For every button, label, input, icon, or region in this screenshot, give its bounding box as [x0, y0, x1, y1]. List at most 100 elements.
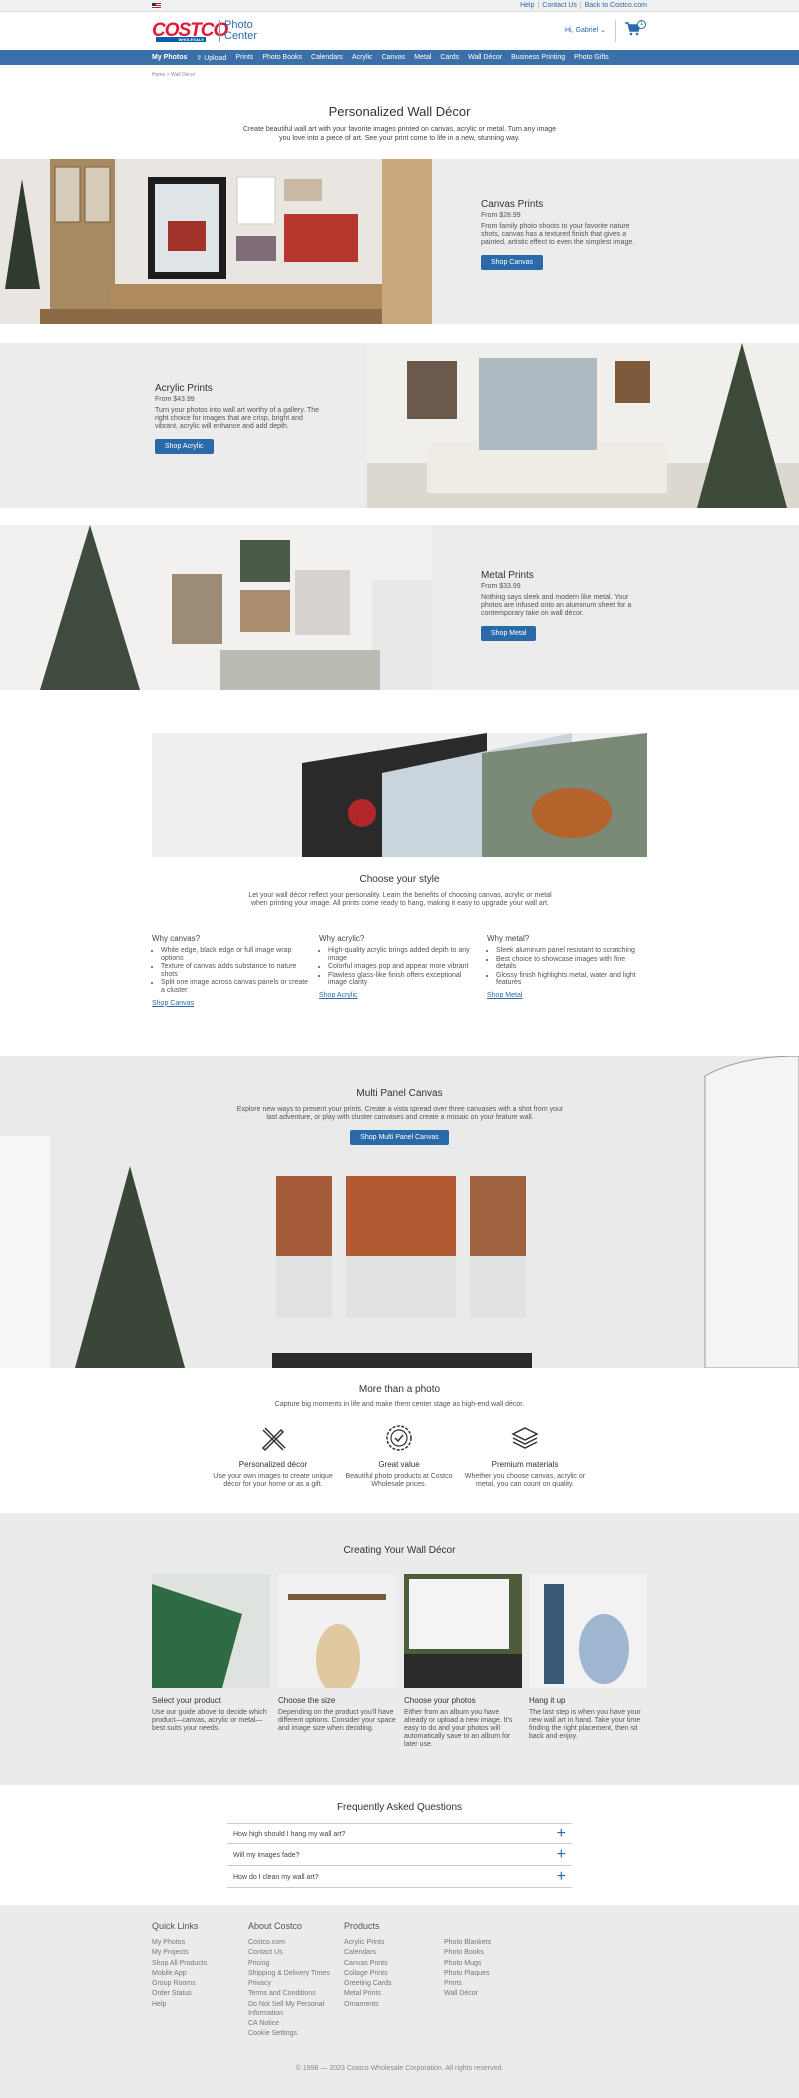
- faq-item[interactable]: Will my images fade? +: [227, 1845, 572, 1866]
- canvas-section: Canvas Prints From $28.99 From family ph…: [0, 159, 799, 324]
- footer-link[interactable]: Greeting Cards: [344, 1979, 391, 1989]
- step-text: Depending on the product you'll have dif…: [278, 1709, 396, 1732]
- metal-info: Metal Prints From $33.99 Nothing says sl…: [481, 570, 646, 641]
- canvas-info: Canvas Prints From $28.99 From family ph…: [481, 199, 646, 270]
- shop-multi-panel-button[interactable]: Shop Multi Panel Canvas: [350, 1130, 449, 1145]
- footer-link[interactable]: Metal Prints: [344, 1989, 391, 1999]
- us-flag-icon[interactable]: [152, 3, 161, 9]
- step-text: Use our guide above to decide which prod…: [152, 1709, 267, 1732]
- utility-bar: Help | Contact Us | Back to Costco.com: [0, 0, 799, 12]
- footer-link[interactable]: Terms and Conditions: [248, 1989, 338, 1999]
- footer-link[interactable]: Mobile App: [152, 1969, 207, 1979]
- footer-link[interactable]: Contact Us: [248, 1948, 338, 1958]
- shop-metal-link[interactable]: Shop Metal: [487, 992, 647, 999]
- footer-link[interactable]: Prints: [444, 1979, 491, 1989]
- choose-style-title: Choose your style: [359, 874, 440, 885]
- shop-acrylic-button[interactable]: Shop Acrylic: [155, 439, 214, 454]
- step-choose-size: Choose the size Depending on the product…: [278, 1574, 396, 1733]
- contact-link[interactable]: Contact Us: [542, 2, 577, 9]
- chevron-down-icon: ⌄: [600, 27, 606, 34]
- footer-link[interactable]: Collage Prints: [344, 1969, 391, 1979]
- metal-description: Nothing says sleek and modern like metal…: [481, 594, 632, 617]
- multi-panel-section: Multi Panel Canvas Explore new ways to p…: [0, 1056, 799, 1368]
- footer-link[interactable]: Help: [152, 2000, 207, 2010]
- acrylic-section: Acrylic Prints From $43.99 Turn your pho…: [0, 343, 799, 508]
- footer-link[interactable]: Cookie Settings: [248, 2029, 338, 2039]
- copyright: © 1998 — 2023 Costco Wholesale Corporati…: [295, 2065, 504, 2072]
- nav-item-prints[interactable]: Prints: [235, 54, 253, 61]
- nav-item-photo-gifts[interactable]: Photo Gifts: [574, 54, 609, 61]
- help-link[interactable]: Help: [520, 2, 534, 9]
- faq-item[interactable]: How do I clean my wall art? +: [227, 1867, 572, 1888]
- list-item: Texture of canvas adds substance to natu…: [161, 963, 312, 978]
- footer-link[interactable]: Do Not Sell My Personal Information: [248, 2000, 338, 2018]
- shop-canvas-button[interactable]: Shop Canvas: [481, 255, 544, 270]
- shop-canvas-link[interactable]: Shop Canvas: [152, 1000, 312, 1007]
- footer-link[interactable]: Canvas Prints: [344, 1959, 391, 1969]
- shop-acrylic-link[interactable]: Shop Acrylic: [319, 992, 479, 999]
- metal-title: Metal Prints: [481, 570, 534, 581]
- canvas-room-image: [0, 159, 432, 324]
- footer-link[interactable]: Pricing: [248, 1959, 338, 1969]
- list-item: High-quality acrylic brings added depth …: [328, 947, 479, 962]
- step-hang-it-up: Hang it up The last step is when you hav…: [529, 1574, 647, 1741]
- step-text: The last step is when you have your new …: [529, 1709, 641, 1740]
- footer-link[interactable]: Ornaments: [344, 2000, 391, 2010]
- feature-title: Great value: [378, 1460, 420, 1469]
- footer-link[interactable]: Privacy: [248, 1979, 338, 1989]
- step-image: [529, 1574, 647, 1688]
- nav-item-metal[interactable]: Metal: [414, 54, 431, 61]
- footer-link[interactable]: My Photos: [152, 1938, 207, 1948]
- feature-title: Premium materials: [491, 1460, 559, 1469]
- list-item: Glossy finish highlights metal, water an…: [496, 972, 647, 987]
- nav-item-cards[interactable]: Cards: [440, 54, 459, 61]
- nav-item-acrylic[interactable]: Acrylic: [352, 54, 373, 61]
- account-greeting: Hi, Gabriel: [565, 27, 599, 34]
- faq-question: How high should I hang my wall art?: [233, 1831, 346, 1838]
- print-types-image: [152, 733, 647, 857]
- footer-products-more: Photo Blankets Photo Books Photo Mugs Ph…: [444, 1938, 491, 2000]
- nav-item-wall-decor[interactable]: Wall Décor: [468, 54, 502, 61]
- shop-metal-button[interactable]: Shop Metal: [481, 626, 537, 641]
- footer-link[interactable]: Order Status: [152, 1989, 207, 1999]
- plus-icon[interactable]: +: [557, 1869, 566, 1885]
- footer-link[interactable]: Calendars: [344, 1948, 391, 1958]
- logo-wholesale: WHOLESALE: [156, 37, 206, 42]
- cart-count-badge: 1: [637, 20, 646, 29]
- nav-item-calendars[interactable]: Calendars: [311, 54, 343, 61]
- faq-item[interactable]: How high should I hang my wall art? +: [227, 1823, 572, 1844]
- creating-title: Creating Your Wall Décor: [343, 1545, 456, 1556]
- nav-item-my-photos[interactable]: My Photos: [152, 54, 187, 61]
- breadcrumb[interactable]: Home > Wall Décor: [152, 72, 195, 78]
- footer-link[interactable]: Wall Décor: [444, 1989, 491, 1999]
- plus-icon[interactable]: +: [557, 1847, 566, 1863]
- nav-item-upload[interactable]: ⇧ Upload: [196, 54, 226, 62]
- main-nav: My Photos ⇧ Upload Prints Photo Books Ca…: [0, 50, 799, 65]
- more-than-photo-text: Capture big moments in life and make the…: [274, 1401, 525, 1408]
- footer-link[interactable]: Group Rooms: [152, 1979, 207, 1989]
- footer-link[interactable]: Photo Plaques: [444, 1969, 491, 1979]
- footer-link[interactable]: Photo Mugs: [444, 1959, 491, 1969]
- footer-link[interactable]: My Projects: [152, 1948, 207, 1958]
- footer-link[interactable]: Photo Blankets: [444, 1938, 491, 1948]
- footer-link[interactable]: Shop All Products: [152, 1959, 207, 1969]
- faq-question: How do I clean my wall art?: [233, 1874, 319, 1881]
- faq-title: Frequently Asked Questions: [336, 1802, 463, 1813]
- nav-item-canvas[interactable]: Canvas: [382, 54, 406, 61]
- account-menu[interactable]: Hi, Gabriel ⌄: [565, 26, 606, 34]
- step-title: Choose your photos: [404, 1696, 476, 1705]
- why-canvas: Why canvas? White edge, black edge or fu…: [152, 934, 312, 1007]
- footer-link[interactable]: CA Notice: [248, 2019, 338, 2029]
- nav-item-business-printing[interactable]: Business Printing: [511, 54, 565, 61]
- plus-icon[interactable]: +: [557, 1826, 566, 1842]
- footer-link[interactable]: Acrylic Prints: [344, 1938, 391, 1948]
- costco-photo-center-logo[interactable]: COSTCO WHOLESALE Photo Center: [152, 20, 258, 44]
- list-item: Colorful images pop and appear more vibr…: [328, 963, 479, 971]
- footer-link[interactable]: Shipping & Delivery Times: [248, 1969, 338, 1979]
- footer-link[interactable]: Costco.com: [248, 1938, 338, 1948]
- footer-link[interactable]: Photo Books: [444, 1948, 491, 1958]
- back-to-costco-link[interactable]: Back to Costco.com: [585, 2, 647, 9]
- step-select-product: Select your product Use our guide above …: [152, 1574, 270, 1733]
- nav-item-photo-books[interactable]: Photo Books: [262, 54, 302, 61]
- metal-room-image: [0, 525, 432, 690]
